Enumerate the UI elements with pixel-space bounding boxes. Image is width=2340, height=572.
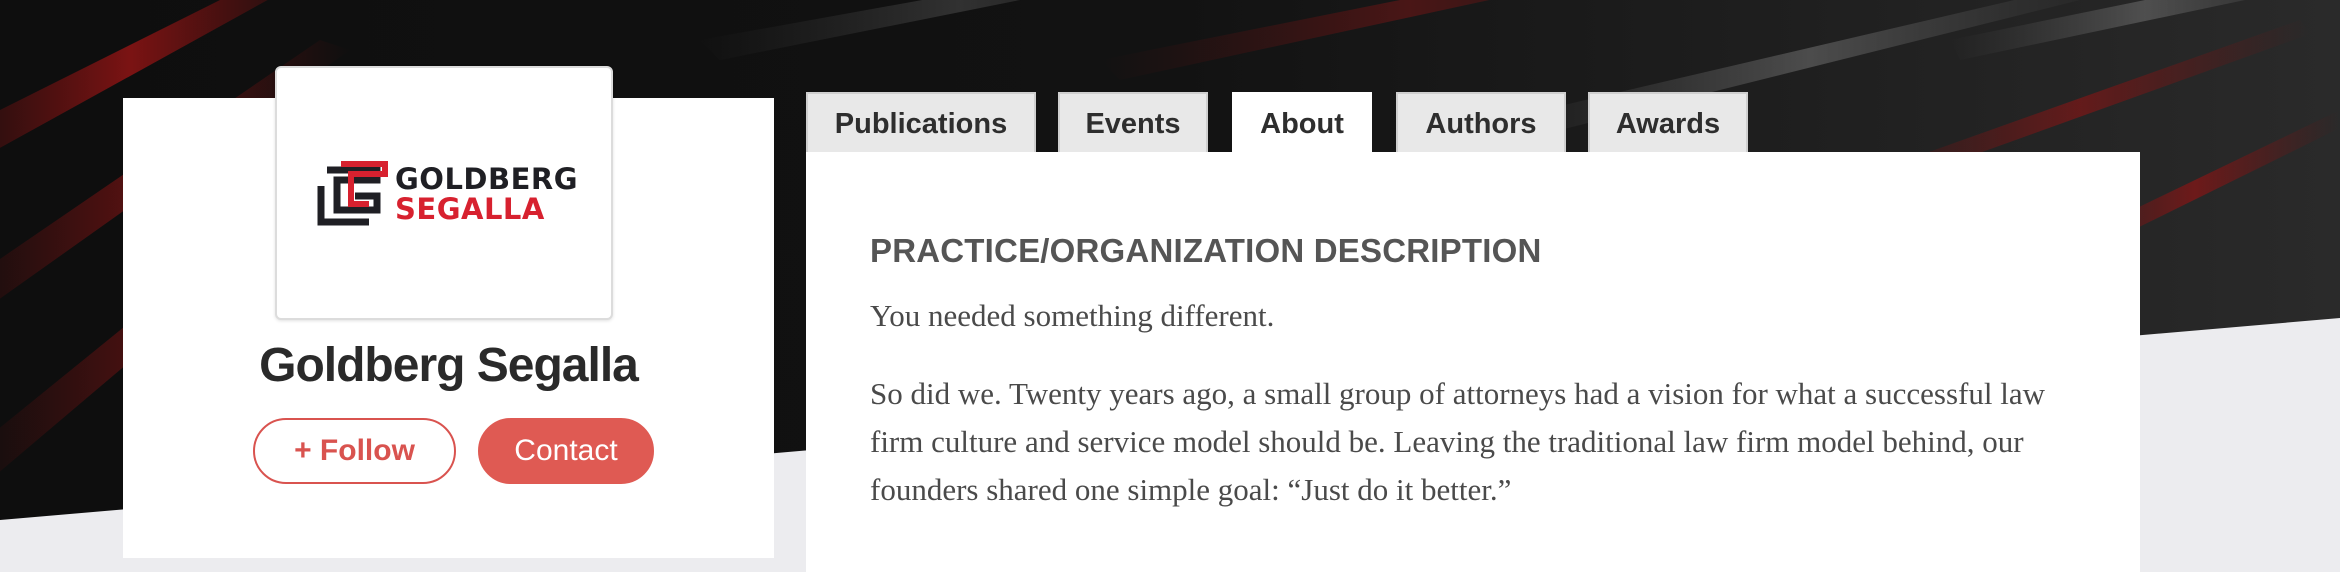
about-content-panel: PRACTICE/ORGANIZATION DESCRIPTION You ne… (806, 152, 2140, 572)
tab-publications[interactable]: Publications (806, 92, 1036, 153)
description-paragraph: You needed something different. (870, 298, 1275, 333)
follow-button[interactable]: + Follow (253, 418, 456, 484)
description-paragraph: So did we. Twenty years ago, a small gro… (870, 376, 2045, 507)
goldberg-segalla-monogram-icon (317, 161, 388, 226)
logo-text-goldberg: GOLDBERG (395, 162, 579, 196)
tab-about[interactable]: About (1232, 92, 1372, 156)
section-heading: PRACTICE/ORGANIZATION DESCRIPTION (870, 232, 1542, 269)
tab-authors[interactable]: Authors (1396, 92, 1566, 153)
tab-awards[interactable]: Awards (1588, 92, 1748, 153)
contact-button[interactable]: Contact (478, 418, 654, 484)
firm-logo: GOLDBERG SEGALLA (275, 66, 613, 320)
profile-card: GOLDBERG SEGALLA Goldberg Segalla + Foll… (123, 66, 774, 558)
tab-events[interactable]: Events (1058, 92, 1208, 153)
firm-name: Goldberg Segalla (259, 339, 639, 392)
logo-text-segalla: SEGALLA (395, 192, 545, 226)
